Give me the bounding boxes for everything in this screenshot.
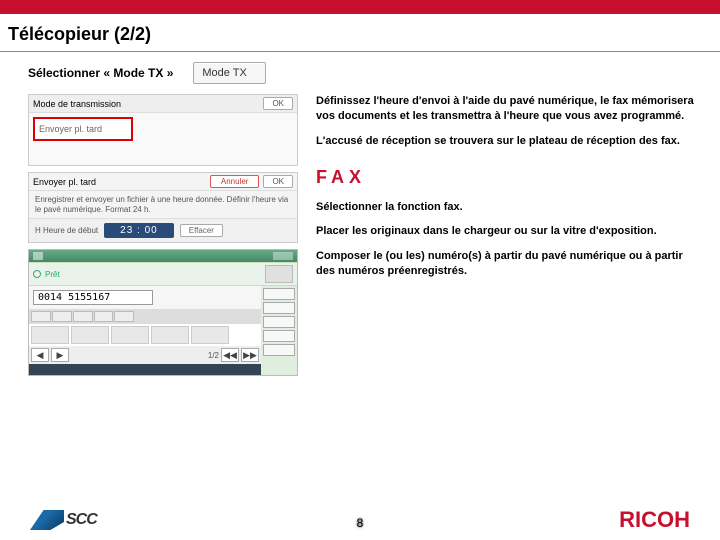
- fax-step-2: Placer les originaux dans le chargeur ou…: [316, 224, 704, 239]
- bottom-dark-tab[interactable]: [29, 364, 261, 375]
- page-number-wrap: 8: [357, 516, 364, 530]
- nav-next[interactable]: ▶: [51, 348, 69, 362]
- tab-item[interactable]: [94, 311, 114, 322]
- panel-mode-ok[interactable]: OK: [263, 97, 293, 110]
- transmission-mode-panel: Mode de transmission OK Envoyer pl. tard: [28, 94, 298, 166]
- tab-item[interactable]: [73, 311, 93, 322]
- page-indicator: 1/2: [208, 351, 219, 360]
- side-button-col: [261, 286, 297, 375]
- tab-item[interactable]: [114, 311, 134, 322]
- tab-row: [29, 309, 261, 324]
- nav-arrows: ◀ ▶ 1/2 ◀◀ ▶▶: [29, 346, 261, 364]
- step-select-mode: Sélectionner « Mode TX »: [28, 66, 173, 80]
- side-button[interactable]: [263, 288, 295, 300]
- nav-first[interactable]: ◀◀: [221, 348, 239, 362]
- panel-time-head: Envoyer pl. tard: [33, 177, 96, 187]
- start-time-label: H Heure de début: [35, 226, 98, 235]
- status-icon: [33, 270, 41, 278]
- address-item[interactable]: [31, 326, 69, 344]
- side-button[interactable]: [263, 330, 295, 342]
- instruction-receipt: L'accusé de réception se trouvera sur le…: [316, 134, 704, 149]
- time-value[interactable]: 23 : 00: [104, 223, 174, 238]
- ready-row: Prêt: [29, 262, 297, 286]
- scc-text: SCC: [66, 511, 97, 529]
- instruction-define-time: Définissez l'heure d'envoi à l'aide du p…: [316, 94, 704, 124]
- nav-prev[interactable]: ◀: [31, 348, 49, 362]
- header-red-bar: [0, 0, 720, 14]
- address-item[interactable]: [191, 326, 229, 344]
- fax-number-display: 0014 5155167: [33, 290, 153, 305]
- side-button[interactable]: [263, 344, 295, 356]
- ricoh-logo: RICOH: [619, 507, 690, 533]
- fax-header-icon: [33, 252, 43, 260]
- fax-header-icon-2: [273, 252, 293, 260]
- ok-button[interactable]: OK: [263, 175, 293, 188]
- side-button[interactable]: [263, 316, 295, 328]
- panel-mode-head: Mode de transmission: [33, 99, 121, 109]
- tab-item[interactable]: [31, 311, 51, 322]
- send-later-panel: Envoyer pl. tard Annuler OK Enregistrer …: [28, 172, 298, 243]
- side-button[interactable]: [263, 302, 295, 314]
- mode-tx-button[interactable]: Mode TX: [193, 62, 265, 84]
- title-divider: [0, 51, 720, 52]
- ready-label: Prêt: [45, 270, 60, 279]
- fax-step-1: Sélectionner la fonction fax.: [316, 200, 704, 215]
- preview-thumb: [265, 265, 293, 283]
- tab-item[interactable]: [52, 311, 72, 322]
- scc-swoosh-icon: [30, 510, 64, 530]
- nav-last[interactable]: ▶▶: [241, 348, 259, 362]
- address-item[interactable]: [71, 326, 109, 344]
- clear-button[interactable]: Effacer: [180, 224, 223, 237]
- page-title: Télécopieur (2/2): [0, 14, 720, 51]
- page-number: 8: [357, 516, 364, 530]
- address-item[interactable]: [151, 326, 189, 344]
- panel-time-desc: Enregistrer et envoyer un fichier à une …: [29, 191, 297, 218]
- fax-screen-panel: Prêt 0014 5155167: [28, 249, 298, 376]
- fax-step-3: Composer le (ou les) numéro(s) à partir …: [316, 249, 704, 279]
- address-grid: [29, 324, 261, 346]
- send-later-highlight[interactable]: Envoyer pl. tard: [33, 117, 133, 141]
- fax-section-title: FAX: [316, 167, 704, 188]
- cancel-button[interactable]: Annuler: [210, 175, 260, 188]
- address-item[interactable]: [111, 326, 149, 344]
- scc-logo: SCC: [30, 510, 97, 530]
